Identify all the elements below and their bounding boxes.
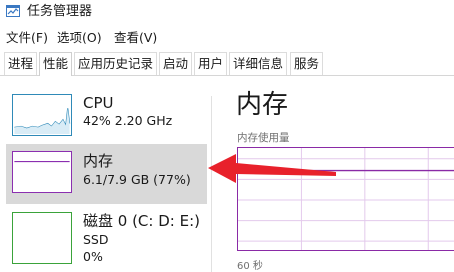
pane-divider (211, 96, 212, 272)
disk-type: SSD (83, 232, 109, 247)
menu-view[interactable]: 查看(V) (114, 30, 157, 46)
tab-performance[interactable]: 性能 (39, 52, 73, 76)
perf-item-cpu[interactable]: CPU 42% 2.20 GHz (12, 94, 207, 138)
disk-graph-thumbnail (12, 212, 72, 264)
menu-file[interactable]: 文件(F) (6, 30, 48, 46)
perf-item-disk[interactable]: 磁盘 0 (C: D: E:) SSD 0% (12, 212, 211, 268)
memory-title: 内存 (83, 152, 114, 170)
tab-startup[interactable]: 启动 (159, 52, 193, 75)
perf-item-memory[interactable]: 内存 6.1/7.9 GB (77%) (12, 151, 207, 197)
disk-title: 磁盘 0 (C: D: E:) (83, 212, 200, 230)
tab-app-history[interactable]: 应用历史记录 (74, 52, 158, 75)
memory-usage: 6.1/7.9 GB (77%) (83, 172, 191, 187)
task-manager-icon (6, 5, 20, 17)
cpu-title: CPU (83, 94, 114, 112)
tab-services[interactable]: 服务 (290, 52, 324, 75)
tab-details[interactable]: 详细信息 (229, 52, 288, 75)
window-title: 任务管理器 (27, 4, 93, 19)
memory-graph-thumbnail (12, 151, 72, 193)
cpu-usage: 42% 2.20 GHz (83, 113, 173, 128)
menu-options[interactable]: 选项(O) (57, 30, 102, 46)
detail-title: 内存 (236, 90, 289, 120)
memory-usage-label: 内存使用量 (237, 132, 290, 144)
time-axis-label: 60 秒 (237, 261, 263, 272)
disk-usage: 0% (83, 249, 103, 264)
tab-users[interactable]: 用户 (194, 52, 228, 75)
red-arrow-annotation (208, 154, 336, 183)
tab-processes[interactable]: 进程 (4, 52, 38, 75)
cpu-graph-thumbnail (12, 94, 72, 136)
